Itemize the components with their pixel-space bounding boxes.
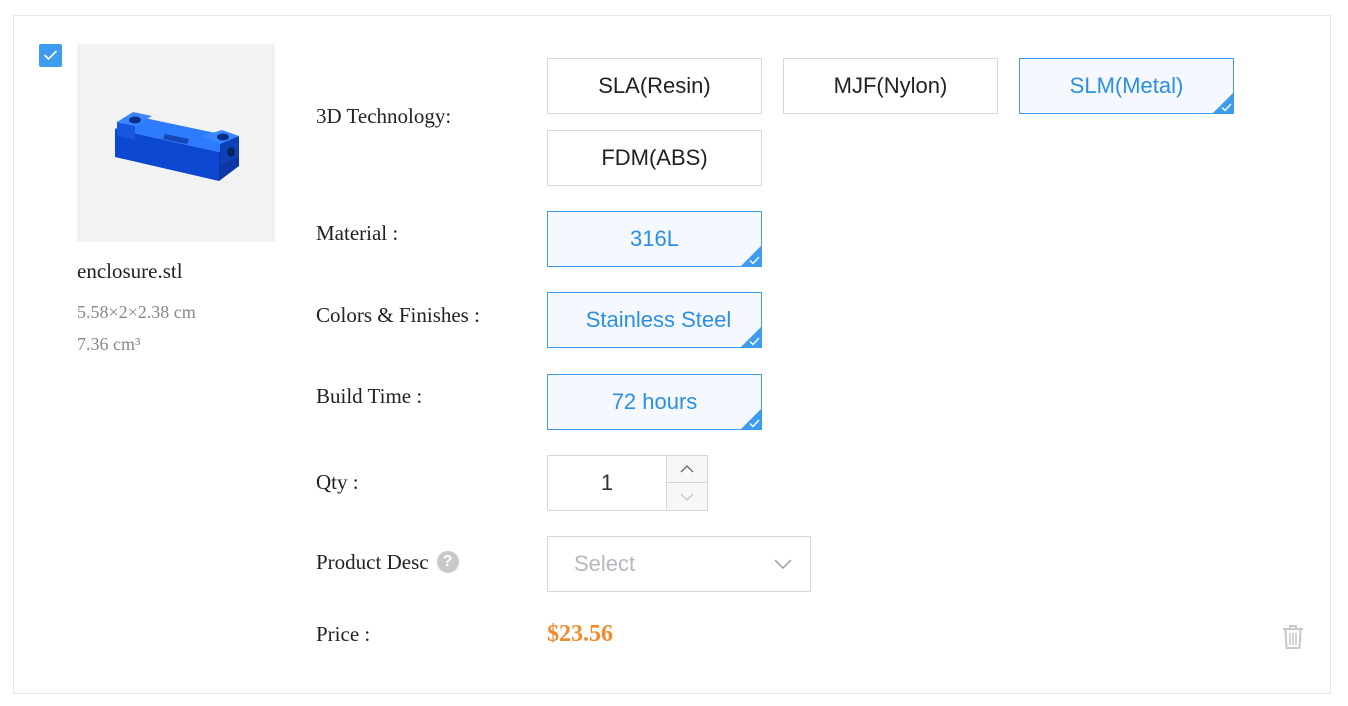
price-value: $23.56 <box>547 621 613 647</box>
material-option[interactable]: 316L <box>547 211 762 267</box>
model-volume: 7.36 cm³ <box>77 334 141 354</box>
model-thumbnail <box>77 44 275 242</box>
check-icon <box>1221 103 1232 112</box>
finish-label: Colors & Finishes : <box>316 303 480 327</box>
qty-increment-button[interactable] <box>666 456 707 483</box>
check-icon <box>749 419 760 428</box>
quantity-stepper: 1 <box>547 455 708 511</box>
trash-icon[interactable] <box>1282 624 1304 650</box>
technology-label: 3D Technology: <box>316 104 452 128</box>
check-icon <box>749 337 760 346</box>
tech-option-label: MJF(Nylon) <box>833 73 948 98</box>
qty-decrement-button[interactable] <box>666 483 707 510</box>
quantity-input[interactable]: 1 <box>548 456 666 510</box>
price-label: Price : <box>316 622 371 646</box>
tech-option-label: SLM(Metal) <box>1069 73 1184 98</box>
file-name: enclosure.stl <box>77 259 183 283</box>
select-placeholder: Select <box>574 551 636 576</box>
tech-option-fdm[interactable]: FDM(ABS) <box>547 130 762 186</box>
tech-option-sla[interactable]: SLA(Resin) <box>547 58 762 114</box>
check-icon <box>43 50 58 61</box>
chevron-down-icon <box>680 493 694 501</box>
qty-label: Qty : <box>316 470 359 494</box>
build-time-label: Build Time : <box>316 384 423 408</box>
tech-option-label: SLA(Resin) <box>598 73 711 98</box>
material-label: Material : <box>316 221 399 245</box>
check-icon <box>749 256 760 265</box>
product-desc-select[interactable]: Select <box>547 536 811 592</box>
product-desc-text: Product Desc <box>316 550 429 574</box>
product-desc-label: Product Desc? <box>316 550 459 575</box>
build-time-value: 72 hours <box>611 389 698 414</box>
item-select-checkbox[interactable] <box>39 44 62 67</box>
finish-option[interactable]: Stainless Steel <box>547 292 762 348</box>
build-time-option[interactable]: 72 hours <box>547 374 762 430</box>
tech-option-slm[interactable]: SLM(Metal) <box>1019 58 1234 114</box>
model-dimensions: 5.58×2×2.38 cm <box>77 302 196 322</box>
chevron-down-icon <box>774 559 792 569</box>
tech-option-label: FDM(ABS) <box>601 145 708 170</box>
question-circle-icon[interactable]: ? <box>436 551 459 574</box>
tech-option-mjf[interactable]: MJF(Nylon) <box>783 58 998 114</box>
chevron-up-icon <box>680 465 694 473</box>
material-value: 316L <box>630 226 679 251</box>
finish-value: Stainless Steel <box>585 307 732 332</box>
